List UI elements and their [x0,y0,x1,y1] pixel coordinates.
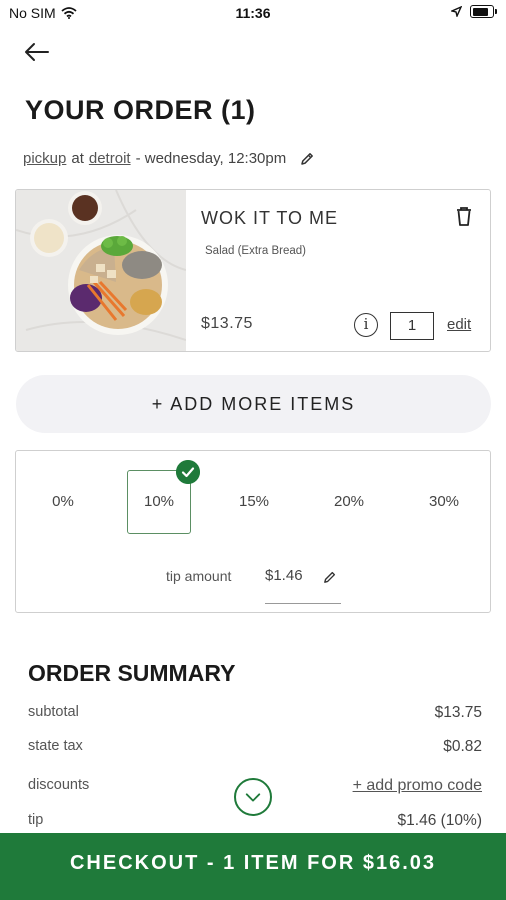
state-tax-row: state tax $0.82 [28,738,482,756]
item-name: WOK IT TO ME [201,208,339,228]
pickup-details: pickup at detroit - wednesday, 12:30pm [23,150,315,167]
tip-value: $1.46 (10%) [397,812,482,829]
location-link[interactable]: detroit [89,150,131,167]
tip-option-30[interactable]: 30% [414,493,474,510]
trash-icon[interactable] [454,205,474,227]
tip-amount-label: tip amount [166,568,232,584]
state-tax-value: $0.82 [443,738,482,755]
quantity-input[interactable]: 1 [390,312,434,340]
tip-option-0[interactable]: 0% [33,493,93,510]
tip-option-20[interactable]: 20% [319,493,379,510]
battery-icon [470,5,497,18]
subtotal-row: subtotal $13.75 [28,704,482,722]
at-label: at [71,150,84,167]
page-title: YOUR ORDER (1) [25,95,256,125]
add-promo-code-link[interactable]: + add promo code [353,777,482,795]
subtotal-label: subtotal [28,704,79,720]
state-tax-label: state tax [28,738,83,754]
info-icon[interactable]: i [354,313,378,337]
subtotal-value: $13.75 [434,704,482,721]
pencil-icon[interactable] [299,151,315,167]
pickup-mode-link[interactable]: pickup [23,150,66,167]
location-arrow-icon [451,6,462,17]
order-item-card: WOK IT TO ME Salad (Extra Bread) $13.75 … [15,189,491,352]
add-more-items-button[interactable]: + ADD MORE ITEMS [16,375,491,433]
back-arrow-icon[interactable] [22,38,52,66]
tip-amount-value[interactable]: $1.46 [265,567,303,584]
tip-amount-underline [265,603,341,604]
schedule-text: - wednesday, 12:30pm [135,150,287,167]
edit-item-link[interactable]: edit [447,316,471,333]
salad-bowl-image [16,190,186,351]
checkmark-icon [176,460,200,484]
tip-label: tip [28,812,44,828]
discounts-label: discounts [28,777,90,793]
order-summary-title: ORDER SUMMARY [28,660,236,686]
tip-option-15[interactable]: 15% [224,493,284,510]
checkout-button[interactable]: CHECKOUT - 1 ITEM FOR $16.03 [0,833,506,900]
tip-selector: 0% 10% 15% 20% 30% tip amount $1.46 [15,450,491,613]
chevron-down-icon[interactable] [234,778,272,816]
item-price: $13.75 [201,315,253,332]
pencil-icon[interactable] [322,570,337,585]
clock: 11:36 [235,5,271,21]
status-bar: No SIM 11:36 [0,0,506,28]
item-modifier: Salad (Extra Bread) [205,245,306,257]
